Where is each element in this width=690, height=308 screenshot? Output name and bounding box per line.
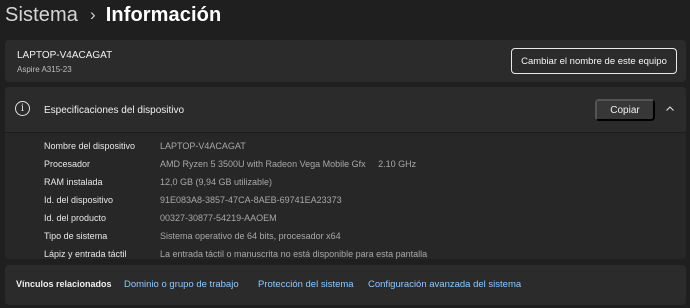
spec-row: Procesador AMD Ryzen 5 3500U with Radeon… [5, 159, 686, 177]
spec-label: RAM instalada [44, 177, 103, 187]
link-advanced-system-settings[interactable]: Configuración avanzada del sistema [368, 279, 521, 290]
spec-value: LAPTOP-V4ACAGAT [160, 141, 246, 151]
spec-row: RAM instalada 12,0 GB (9,94 GB utilizabl… [5, 177, 686, 195]
breadcrumb-sistema[interactable]: Sistema [5, 4, 78, 27]
device-card: LAPTOP-V4ACAGAT Aspire A315-23 Cambiar e… [5, 40, 686, 82]
spec-row: Lápiz y entrada táctil La entrada táctil… [5, 249, 686, 259]
specs-header[interactable]: i Especificaciones del dispositivo Copia… [5, 87, 686, 132]
chevron-up-icon[interactable] [665, 104, 675, 114]
link-system-protection[interactable]: Protección del sistema [258, 279, 354, 290]
spec-label: Tipo de sistema [44, 231, 108, 241]
device-name: LAPTOP-V4ACAGAT [17, 50, 113, 61]
spec-value: 12,0 GB (9,94 GB utilizable) [160, 177, 273, 187]
specs-title: Especificaciones del dispositivo [44, 105, 185, 116]
spec-label: Id. del dispositivo [44, 195, 114, 205]
spec-value: La entrada táctil o manuscrita no está d… [160, 249, 428, 259]
page-title: Información [105, 3, 222, 26]
rename-device-button[interactable]: Cambiar el nombre de este equipo [511, 48, 677, 74]
spec-value: Sistema operativo de 64 bits, procesador… [160, 231, 341, 241]
spec-row: Id. del dispositivo 91E083A8-3857-47CA-8… [5, 195, 686, 213]
info-icon: i [15, 101, 30, 116]
chevron-right-icon: › [89, 5, 96, 24]
spec-label: Nombre del dispositivo [44, 141, 136, 151]
device-model: Aspire A315-23 [17, 65, 72, 74]
spec-row: Id. del producto 00327-30877-54219-AAOEM [5, 213, 686, 231]
spec-row: Tipo de sistema Sistema operativo de 64 … [5, 231, 686, 249]
spec-label: Lápiz y entrada táctil [44, 249, 127, 259]
copy-button[interactable]: Copiar [595, 99, 655, 121]
device-specifications-panel: i Especificaciones del dispositivo Copia… [5, 87, 686, 259]
link-domain-workgroup[interactable]: Dominio o grupo de trabajo [124, 279, 239, 290]
related-links-bar: Vínculos relacionados Dominio o grupo de… [5, 265, 686, 305]
spec-label: Id. del producto [44, 213, 107, 223]
spec-row: Nombre del dispositivo LAPTOP-V4ACAGAT [5, 141, 686, 159]
specs-list: Nombre del dispositivo LAPTOP-V4ACAGAT P… [5, 133, 686, 259]
spec-value: 00327-30877-54219-AAOEM [160, 213, 277, 223]
related-links-title: Vínculos relacionados [16, 279, 112, 289]
spec-label: Procesador [44, 159, 91, 169]
spec-value: AMD Ryzen 5 3500U with Radeon Vega Mobil… [160, 159, 417, 169]
breadcrumb: Sistema › Información [5, 0, 221, 30]
spec-value: 91E083A8-3857-47CA-8AEB-69741EA23373 [160, 195, 342, 205]
